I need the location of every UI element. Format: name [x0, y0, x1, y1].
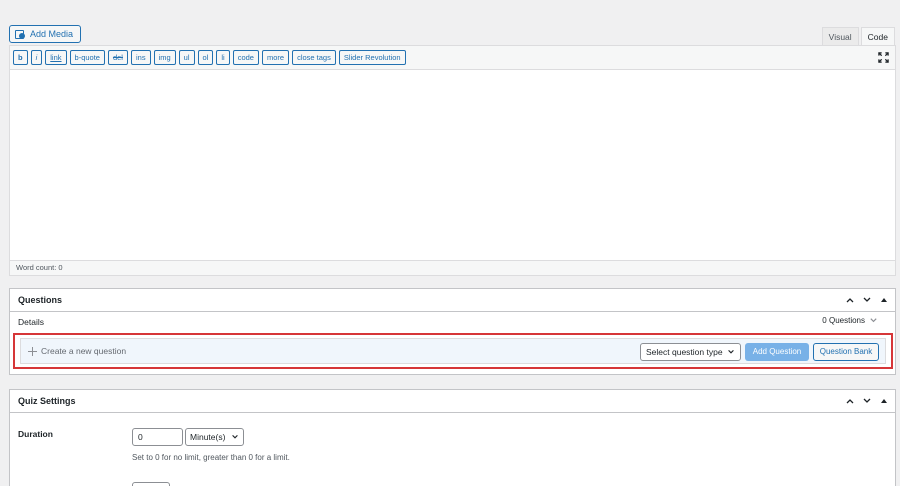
toggle-panel-icon[interactable] [878, 395, 889, 406]
questions-count: 0 Questions [822, 316, 865, 325]
qt-bold-button[interactable]: b [13, 50, 28, 65]
qt-ins-button[interactable]: ins [130, 50, 151, 65]
quiz-settings-header: Quiz Settings [10, 390, 895, 413]
add-question-button[interactable]: Add Question [745, 343, 809, 361]
questions-count-toggle[interactable]: 0 Questions [822, 316, 878, 325]
editor-mode-tabs: Visual Code [821, 27, 895, 46]
plus-icon [28, 346, 37, 356]
quiz-settings-controls [844, 395, 889, 406]
toggle-panel-icon[interactable] [878, 294, 889, 305]
highlight-frame: Create a new question Select question ty… [13, 333, 893, 369]
quiz-settings-panel: Quiz Settings Duration 0 Minute(s) Set t… [9, 389, 896, 486]
chevron-down-icon [232, 435, 238, 439]
questions-header: Questions [10, 289, 895, 312]
move-up-icon[interactable] [844, 294, 855, 305]
question-bank-button[interactable]: Question Bank [813, 343, 879, 361]
qt-italic-button[interactable]: i [30, 50, 43, 65]
fullscreen-icon[interactable] [878, 52, 889, 63]
question-type-select[interactable]: Select question type [640, 343, 741, 361]
add-media-label: Add Media [30, 29, 74, 39]
questions-details-row: Details 0 Questions [10, 312, 895, 331]
qt-img-button[interactable]: img [153, 50, 176, 65]
new-question-row: Create a new question Select question ty… [20, 338, 886, 364]
qt-ul-button[interactable]: ul [178, 50, 195, 65]
qt-blockquote-button[interactable]: b-quote [69, 50, 105, 65]
qt-close-tags-button[interactable]: close tags [292, 50, 336, 65]
questions-panel-controls [844, 294, 889, 305]
questions-panel: Questions Details 0 Questions Create a n… [9, 288, 896, 375]
partially-visible-input[interactable] [132, 482, 170, 486]
new-question-input[interactable]: Create a new question [41, 346, 126, 356]
qt-del-button[interactable]: del [107, 50, 128, 65]
tab-visual[interactable]: Visual [821, 27, 859, 46]
content-textarea[interactable] [10, 70, 895, 260]
duration-unit-select[interactable]: Minute(s) [185, 428, 244, 446]
duration-unit-label: Minute(s) [190, 432, 226, 442]
content-editor: b i link b-quote del ins img ul ol li co… [9, 45, 896, 276]
chevron-down-icon [870, 318, 877, 323]
tab-code[interactable]: Code [860, 27, 895, 46]
quiz-settings-title: Quiz Settings [18, 396, 76, 406]
move-up-icon[interactable] [844, 395, 855, 406]
qt-link-button[interactable]: link [45, 50, 67, 65]
question-type-label: Select question type [646, 347, 723, 357]
qt-code-button[interactable]: code [232, 50, 259, 65]
word-count: Word count: 0 [10, 260, 895, 275]
qt-li-button[interactable]: li [216, 50, 230, 65]
move-down-icon[interactable] [861, 294, 872, 305]
quicktags-toolbar: b i link b-quote del ins img ul ol li co… [10, 46, 895, 70]
qt-ol-button[interactable]: ol [197, 50, 214, 65]
media-icon [15, 29, 26, 40]
duration-input[interactable]: 0 [132, 428, 183, 446]
questions-title: Questions [18, 295, 63, 305]
duration-help: Set to 0 for no limit, greater than 0 fo… [132, 453, 290, 462]
move-down-icon[interactable] [861, 395, 872, 406]
qt-slider-revolution-button[interactable]: Slider Revolution [338, 50, 406, 65]
qt-more-button[interactable]: more [261, 50, 290, 65]
chevron-down-icon [728, 350, 734, 354]
add-media-button[interactable]: Add Media [9, 25, 82, 43]
duration-label: Duration [18, 429, 53, 439]
details-label: Details [18, 316, 44, 327]
